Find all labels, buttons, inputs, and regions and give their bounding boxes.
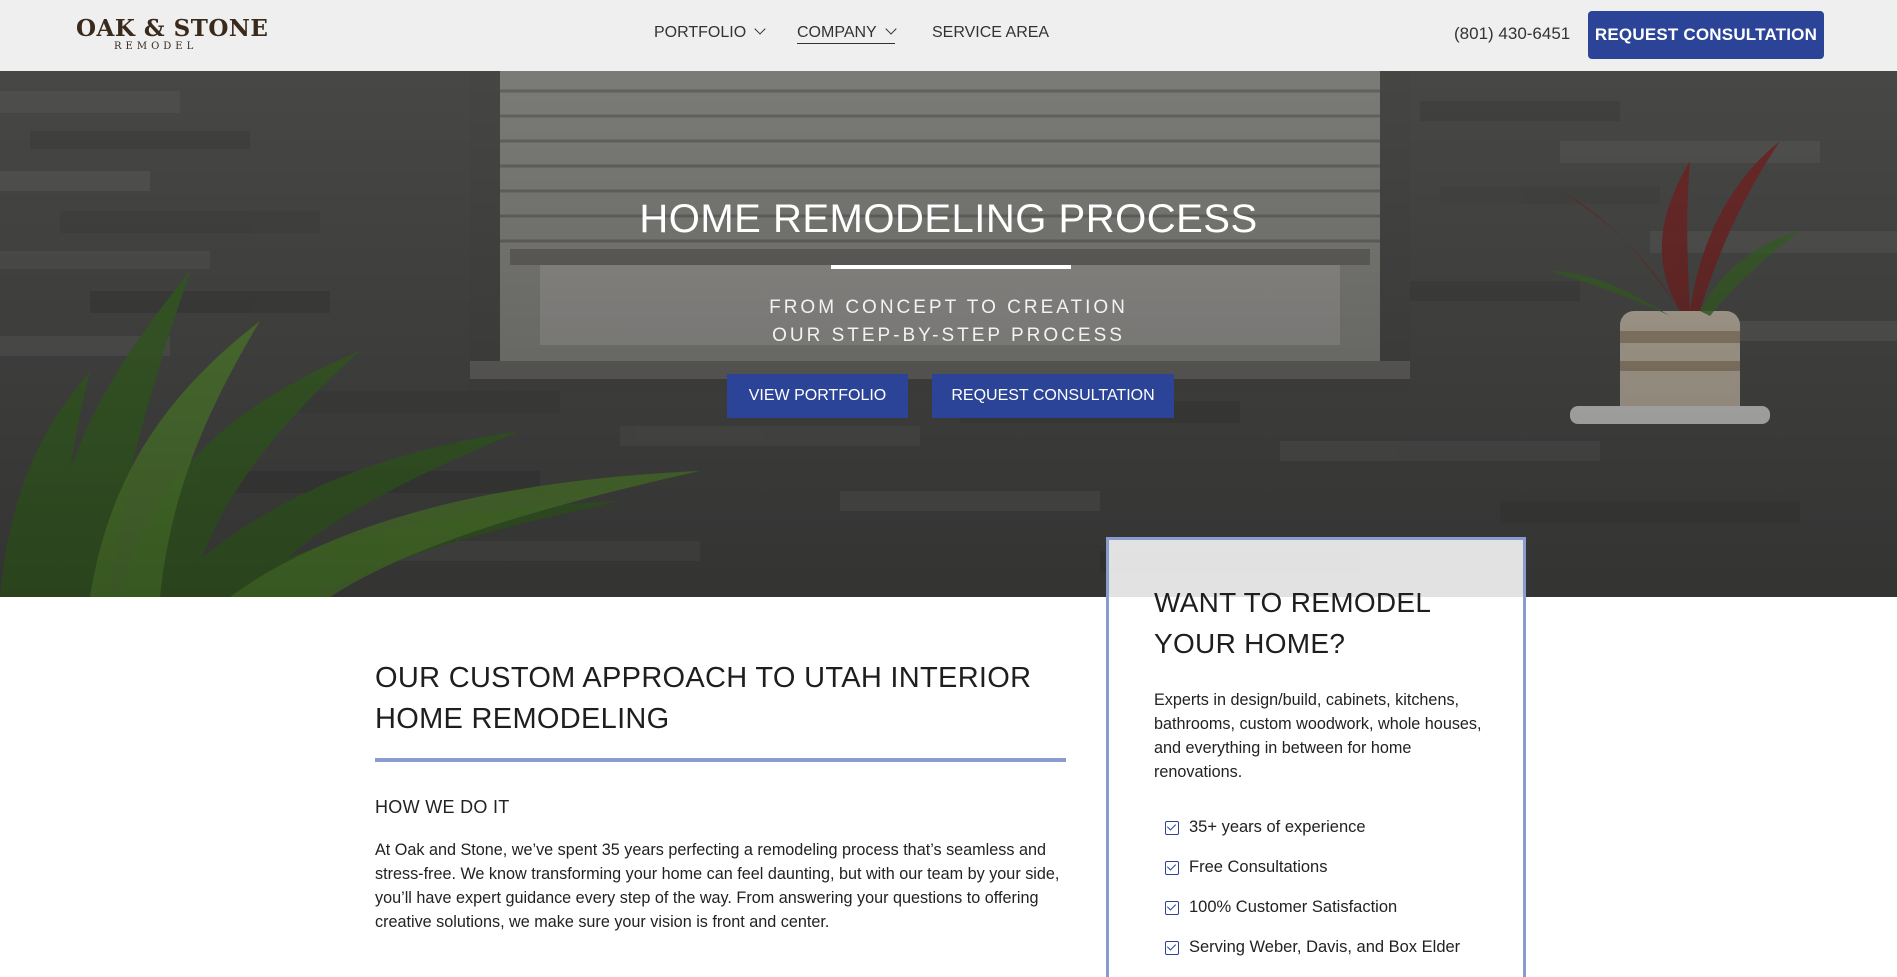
checklist-item-label: 35+ years of experience xyxy=(1189,818,1366,836)
view-portfolio-button[interactable]: VIEW PORTFOLIO xyxy=(727,374,908,418)
checklist-item-label: 100% Customer Satisfaction xyxy=(1189,898,1398,916)
request-consultation-button[interactable]: REQUEST CONSULTATION xyxy=(1588,11,1824,59)
checklist-item: Free Consultations xyxy=(1165,858,1328,877)
section-paragraph: At Oak and Stone, we’ve spent 35 years p… xyxy=(375,841,1060,931)
hero-request-consultation-button[interactable]: REQUEST CONSULTATION xyxy=(932,374,1174,418)
section-divider xyxy=(375,758,1066,762)
checkbox-icon xyxy=(1165,900,1179,915)
nav-company[interactable]: COMPANY xyxy=(797,23,897,44)
card-description: Experts in design/build, cabinets, kitch… xyxy=(1154,691,1482,781)
hero-title: HOME REMODELING PROCESS xyxy=(639,197,1258,241)
checklist-item: Serving Weber, Davis, and Box Elder xyxy=(1165,938,1460,957)
checkbox-icon xyxy=(1165,860,1179,875)
phone-link[interactable]: (801) 430-6451 xyxy=(1454,24,1570,44)
checkbox-icon xyxy=(1165,940,1179,955)
hero-subtitle-line-1: FROM CONCEPT TO CREATION xyxy=(769,297,1128,318)
logo-wordmark: OAK & STONE xyxy=(76,15,269,42)
site-header: OAK & STONE REMODEL PORTFOLIO COMPANY SE… xyxy=(0,0,1897,71)
nav-portfolio[interactable]: PORTFOLIO xyxy=(654,23,766,42)
nav-service-area[interactable]: SERVICE AREA xyxy=(932,24,1049,42)
chevron-down-icon xyxy=(885,23,897,35)
checklist-item-label: Free Consultations xyxy=(1189,858,1328,876)
checklist-item: 100% Customer Satisfaction xyxy=(1165,898,1397,917)
checkbox-icon xyxy=(1165,820,1179,835)
checklist-item: 35+ years of experience xyxy=(1165,818,1366,837)
nav-company-label: COMPANY xyxy=(797,24,877,41)
nav-service-area-label: SERVICE AREA xyxy=(932,24,1050,41)
logo-tagline: REMODEL xyxy=(114,41,198,52)
logo[interactable]: OAK & STONE REMODEL xyxy=(76,15,268,55)
hero-banner: HOME REMODELING PROCESS FROM CONCEPT TO … xyxy=(0,71,1897,597)
chevron-down-icon xyxy=(754,23,766,35)
card-title: WANT TO REMODEL YOUR HOME? xyxy=(1154,587,1431,659)
checklist-item-label: Serving Weber, Davis, and Box Elder xyxy=(1189,938,1461,956)
section-subheading: HOW WE DO IT xyxy=(375,797,510,817)
section-title: OUR CUSTOM APPROACH TO UTAH INTERIOR HOM… xyxy=(375,662,1032,735)
hero-subtitle-line-2: OUR STEP-BY-STEP PROCESS xyxy=(772,325,1125,346)
nav-portfolio-label: PORTFOLIO xyxy=(654,24,747,41)
hero-divider xyxy=(831,265,1071,269)
